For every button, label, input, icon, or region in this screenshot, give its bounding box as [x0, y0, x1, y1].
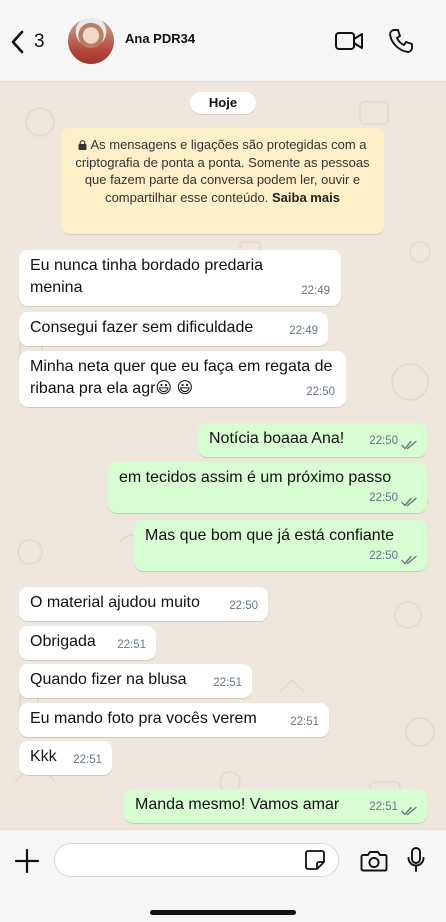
message-time: 22:49 [289, 325, 318, 337]
message-bubble-incoming[interactable]: Kkk 22:51 [19, 741, 112, 775]
message-time: 22:50 [369, 550, 398, 562]
microphone-icon[interactable] [406, 846, 426, 874]
lock-icon [78, 140, 87, 150]
message-input[interactable] [54, 843, 339, 877]
message-text: Eu mando foto pra vocês verem [30, 710, 257, 727]
message-time: 22:50 [229, 600, 258, 612]
date-separator: Hoje [190, 92, 256, 114]
message-text: Manda mesmo! Vamos amar [135, 796, 340, 813]
back-button[interactable]: 3 [8, 26, 52, 58]
plus-icon[interactable] [14, 848, 40, 874]
chat-header: 3 Ana PDR34 [0, 0, 446, 82]
chevron-left-icon [11, 30, 24, 54]
message-time: 22:51 [290, 716, 319, 728]
learn-more-link[interactable]: Saiba mais [272, 190, 340, 205]
message-bubble-incoming[interactable]: Obrigada 22:51 [19, 626, 156, 660]
chat-area[interactable]: Hoje As mensagens e ligações são protegi… [0, 82, 446, 829]
message-text: Obrigada [30, 633, 96, 650]
message-bubble-outgoing[interactable]: Manda mesmo! Vamos amar 22:51 [124, 789, 427, 823]
message-time: 22:51 [369, 801, 398, 813]
message-text: O material ajudou muito [30, 594, 200, 611]
avatar[interactable] [68, 18, 114, 64]
encryption-notice[interactable]: As mensagens e ligações são protegidas c… [61, 128, 384, 234]
message-bubble-incoming[interactable]: Quando fizer na blusa 22:51 [19, 664, 252, 698]
message-bubble-outgoing[interactable]: Notícia boaaa Ana! 22:50 [198, 423, 427, 457]
message-bubble-outgoing[interactable]: Mas que bom que já está confiante 22:50 [134, 520, 427, 571]
phone-icon[interactable] [388, 28, 414, 54]
message-composer [0, 829, 446, 922]
message-bubble-outgoing[interactable]: em tecidos assim é um próximo passo 22:5… [108, 462, 427, 513]
unread-count: 3 [34, 31, 45, 52]
message-text: em tecidos assim é um próximo passo [119, 469, 392, 486]
message-text: Minha neta quer que eu faça em regata de… [30, 358, 333, 397]
message-time: 22:50 [369, 492, 398, 504]
double-check-icon [401, 806, 417, 816]
double-check-icon [401, 497, 417, 507]
message-time: 22:49 [301, 285, 330, 297]
contact-name[interactable]: Ana PDR34 [125, 31, 195, 46]
video-camera-icon[interactable] [334, 28, 364, 54]
message-bubble-incoming[interactable]: Eu nunca tinha bordado predaria menina 2… [19, 250, 341, 306]
message-text: Mas que bom que já está confiante [145, 527, 395, 544]
message-bubble-incoming[interactable]: Consegui fazer sem dificuldade 22:49 [19, 312, 328, 346]
sticker-icon[interactable] [304, 849, 326, 871]
message-time: 22:50 [369, 435, 398, 447]
message-text: Kkk [30, 748, 57, 765]
message-bubble-incoming[interactable]: Eu mando foto pra vocês verem 22:51 [19, 703, 329, 737]
message-time: 22:51 [117, 639, 146, 651]
message-bubble-incoming[interactable]: O material ajudou muito 22:50 [19, 587, 268, 621]
message-time: 22:51 [213, 677, 242, 689]
message-text: Notícia boaaa Ana! [209, 430, 345, 447]
message-text: Eu nunca tinha bordado predaria menina [30, 257, 264, 296]
message-time: 22:51 [73, 754, 102, 766]
home-indicator [150, 910, 296, 915]
camera-icon[interactable] [360, 848, 388, 874]
message-text: Consegui fazer sem dificuldade [30, 319, 254, 336]
message-time: 22:50 [306, 386, 335, 398]
message-bubble-incoming[interactable]: Minha neta quer que eu faça em regata de… [19, 351, 346, 407]
message-text: Quando fizer na blusa [30, 671, 187, 688]
double-check-icon [401, 440, 417, 450]
double-check-icon [401, 555, 417, 565]
